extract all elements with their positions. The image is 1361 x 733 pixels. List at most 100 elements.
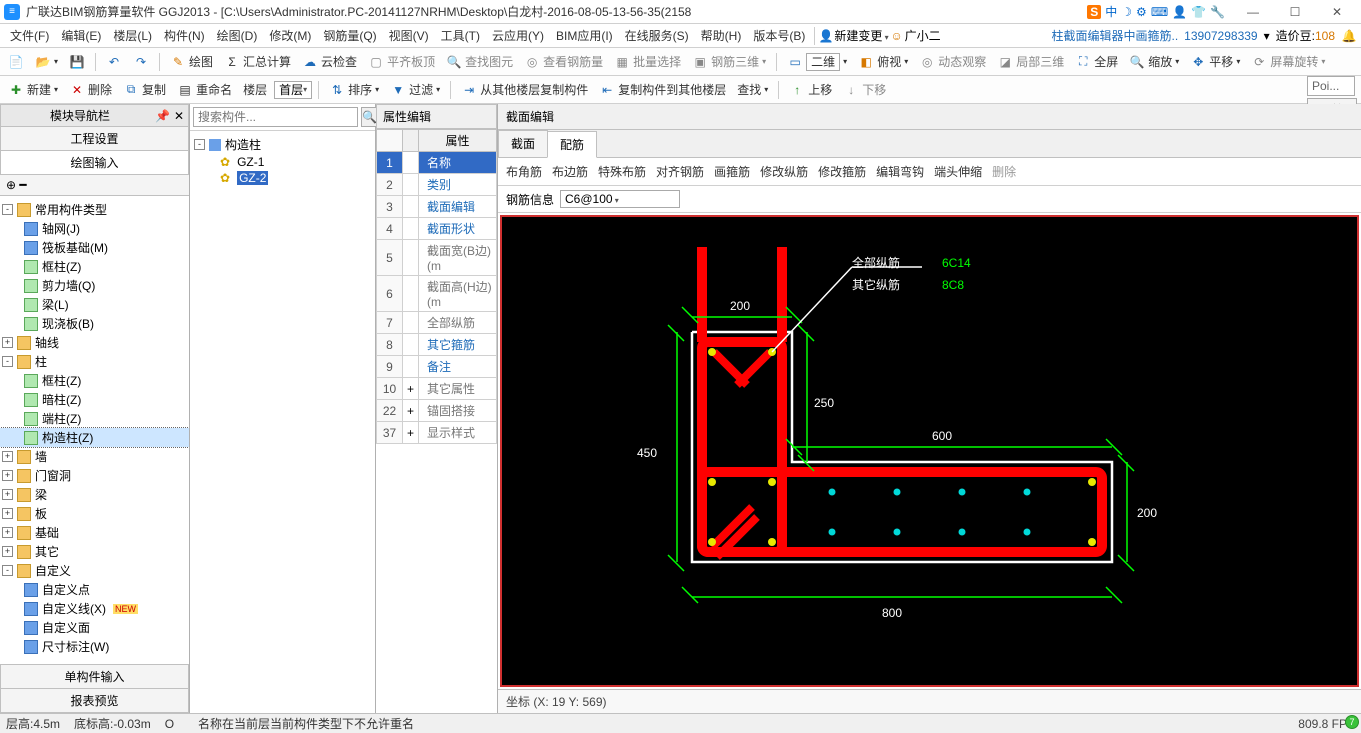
sub-modlong[interactable]: 修改纵筋: [760, 163, 808, 180]
copy-from-floor-button[interactable]: ⇥从其他楼层复制构件: [457, 79, 592, 100]
sum-button[interactable]: Σ汇总计算: [220, 51, 295, 72]
sub-edge[interactable]: 布边筋: [552, 163, 588, 180]
property-table[interactable]: 属性 1名称 2类别 3截面编辑 4截面形状 5截面宽(B边)(m 6截面高(H…: [376, 129, 497, 444]
collapse-icon[interactable]: ━: [19, 178, 26, 192]
move-down-button[interactable]: ↓下移: [839, 79, 890, 100]
find-entity-button[interactable]: 🔍查找图元: [442, 51, 517, 72]
tab-report[interactable]: 报表预览: [0, 688, 189, 713]
close-panel-icon[interactable]: ✕: [174, 109, 184, 123]
new-file-button[interactable]: 📄: [4, 52, 28, 72]
menu-file[interactable]: 文件(F): [4, 25, 55, 46]
dynamic-view-button[interactable]: ◎动态观察: [915, 51, 990, 72]
menu-draw[interactable]: 绘图(D): [211, 25, 264, 46]
ime-keyboard-icon[interactable]: ⌨: [1151, 5, 1168, 19]
flush-top-button[interactable]: ▢平齐板顶: [364, 51, 439, 72]
delete-button[interactable]: ✕删除: [65, 79, 116, 100]
tab-project-settings[interactable]: 工程设置: [0, 126, 189, 151]
close-button[interactable]: ✕: [1317, 2, 1357, 22]
rebar-info-combo[interactable]: C6@100: [560, 190, 680, 208]
ime-toolbar[interactable]: S 中 ☽ ⚙ ⌨ 👤 👕 🔧: [1087, 3, 1225, 20]
maximize-button[interactable]: ☐: [1275, 2, 1315, 22]
sub-modstir[interactable]: 修改箍筋: [818, 163, 866, 180]
find-button[interactable]: 查找▾: [733, 79, 772, 100]
ime-logo-icon[interactable]: S: [1087, 5, 1101, 19]
ime-lang[interactable]: 中: [1105, 3, 1117, 20]
undo-button[interactable]: ↶: [102, 52, 126, 72]
filter-button[interactable]: ▼过滤▾: [386, 79, 444, 100]
ime-wrench-icon[interactable]: 🔧: [1210, 5, 1225, 19]
sub-special[interactable]: 特殊布筋: [598, 163, 646, 180]
sub-align[interactable]: 对齐钢筋: [656, 163, 704, 180]
expand-toggle[interactable]: +: [2, 489, 13, 500]
menu-bim[interactable]: BIM应用(I): [550, 25, 619, 46]
expand-toggle[interactable]: +: [2, 527, 13, 538]
menu-cloud[interactable]: 云应用(Y): [486, 25, 550, 46]
ime-shirt-icon[interactable]: 👕: [1191, 5, 1206, 19]
minimize-button[interactable]: —: [1233, 2, 1273, 22]
nav-mini-toolbar[interactable]: ⊕ ━: [0, 175, 189, 196]
draw-button[interactable]: ✎绘图: [166, 51, 217, 72]
poi-input[interactable]: Poi...: [1307, 76, 1355, 96]
tab-rebar[interactable]: 配筋: [547, 131, 597, 158]
ime-user-icon[interactable]: 👤: [1172, 5, 1187, 19]
expand-toggle[interactable]: +: [2, 470, 13, 481]
expand-icon[interactable]: ⊕: [6, 178, 16, 192]
tab-draw-input[interactable]: 绘图输入: [0, 150, 189, 175]
expand-toggle[interactable]: -: [2, 565, 13, 576]
breadcrumb-link[interactable]: 柱截面编辑器中画箍筋..: [1052, 27, 1179, 44]
ime-gear-icon[interactable]: ⚙: [1136, 5, 1147, 19]
top-view-button[interactable]: ◧俯视▾: [854, 51, 912, 72]
fullscreen-button[interactable]: ⛶全屏: [1071, 51, 1122, 72]
sub-delete[interactable]: 删除: [992, 163, 1016, 180]
phone-link[interactable]: 13907298339: [1184, 29, 1257, 43]
batch-select-button[interactable]: ▦批量选择: [610, 51, 685, 72]
pin-icon[interactable]: 📌: [155, 109, 170, 123]
menu-modify[interactable]: 修改(M): [263, 25, 317, 46]
expand-toggle[interactable]: +: [2, 337, 13, 348]
sort-button[interactable]: ⇅排序▾: [325, 79, 383, 100]
expand-toggle[interactable]: +: [2, 451, 13, 462]
sub-extend[interactable]: 端头伸缩: [934, 163, 982, 180]
new-component-button[interactable]: ✚新建▾: [4, 79, 62, 100]
menu-tools[interactable]: 工具(T): [435, 25, 486, 46]
zoom-button[interactable]: 🔍缩放▾: [1125, 51, 1183, 72]
menu-version[interactable]: 版本号(B): [747, 25, 811, 46]
cloud-check-button[interactable]: ☁云检查: [298, 51, 361, 72]
menu-view[interactable]: 视图(V): [383, 25, 435, 46]
menu-edit[interactable]: 编辑(E): [55, 25, 107, 46]
rotate-button[interactable]: ⟳屏幕旋转▾: [1247, 51, 1329, 72]
view-steel-button[interactable]: ◎查看钢筋量: [520, 51, 607, 72]
floor-select[interactable]: 首层: [274, 81, 312, 99]
rename-button[interactable]: ▤重命名: [173, 79, 236, 100]
new-change-button[interactable]: 👤新建变更: [818, 27, 888, 44]
menu-help[interactable]: 帮助(H): [695, 25, 748, 46]
nav-tree[interactable]: -常用构件类型 轴网(J) 筏板基础(M) 框柱(Z) 剪力墙(Q) 梁(L) …: [0, 196, 189, 665]
search-input[interactable]: [193, 107, 358, 127]
menu-rebar[interactable]: 钢筋量(Q): [317, 25, 382, 46]
menu-floor[interactable]: 楼层(L): [107, 25, 158, 46]
sub-corner[interactable]: 布角筋: [506, 163, 542, 180]
sub-stirrup[interactable]: 画箍筋: [714, 163, 750, 180]
expand-toggle[interactable]: -: [2, 356, 13, 367]
open-file-button[interactable]: 📂▾: [31, 52, 62, 72]
bell-icon[interactable]: 🔔: [1341, 28, 1357, 44]
copy-to-floor-button[interactable]: ⇤复制构件到其他楼层: [595, 79, 730, 100]
move-up-button[interactable]: ↑上移: [785, 79, 836, 100]
user-button[interactable]: ☺广小二: [889, 27, 941, 44]
save-button[interactable]: 💾: [65, 52, 89, 72]
redo-button[interactable]: ↷: [129, 52, 153, 72]
2d-combo[interactable]: ▭二维▾: [783, 51, 851, 73]
menu-component[interactable]: 构件(N): [158, 25, 211, 46]
section-canvas[interactable]: 200 250 450 600 200 800 全部纵筋 6C14 其它纵筋 8…: [500, 215, 1359, 687]
expand-toggle[interactable]: -: [2, 204, 13, 215]
component-tree[interactable]: -构造柱 ✿GZ-1 ✿GZ-2: [190, 131, 375, 713]
tab-single-input[interactable]: 单构件输入: [0, 664, 189, 689]
steel-3d-button[interactable]: ▣钢筋三维▾: [688, 51, 770, 72]
sub-hook[interactable]: 编辑弯钩: [876, 163, 924, 180]
expand-toggle[interactable]: +: [2, 546, 13, 557]
expand-toggle[interactable]: +: [2, 508, 13, 519]
tab-section[interactable]: 截面: [498, 130, 548, 157]
menu-online[interactable]: 在线服务(S): [619, 25, 695, 46]
pan-button[interactable]: ✥平移▾: [1186, 51, 1244, 72]
local3d-button[interactable]: ◪局部三维: [993, 51, 1068, 72]
